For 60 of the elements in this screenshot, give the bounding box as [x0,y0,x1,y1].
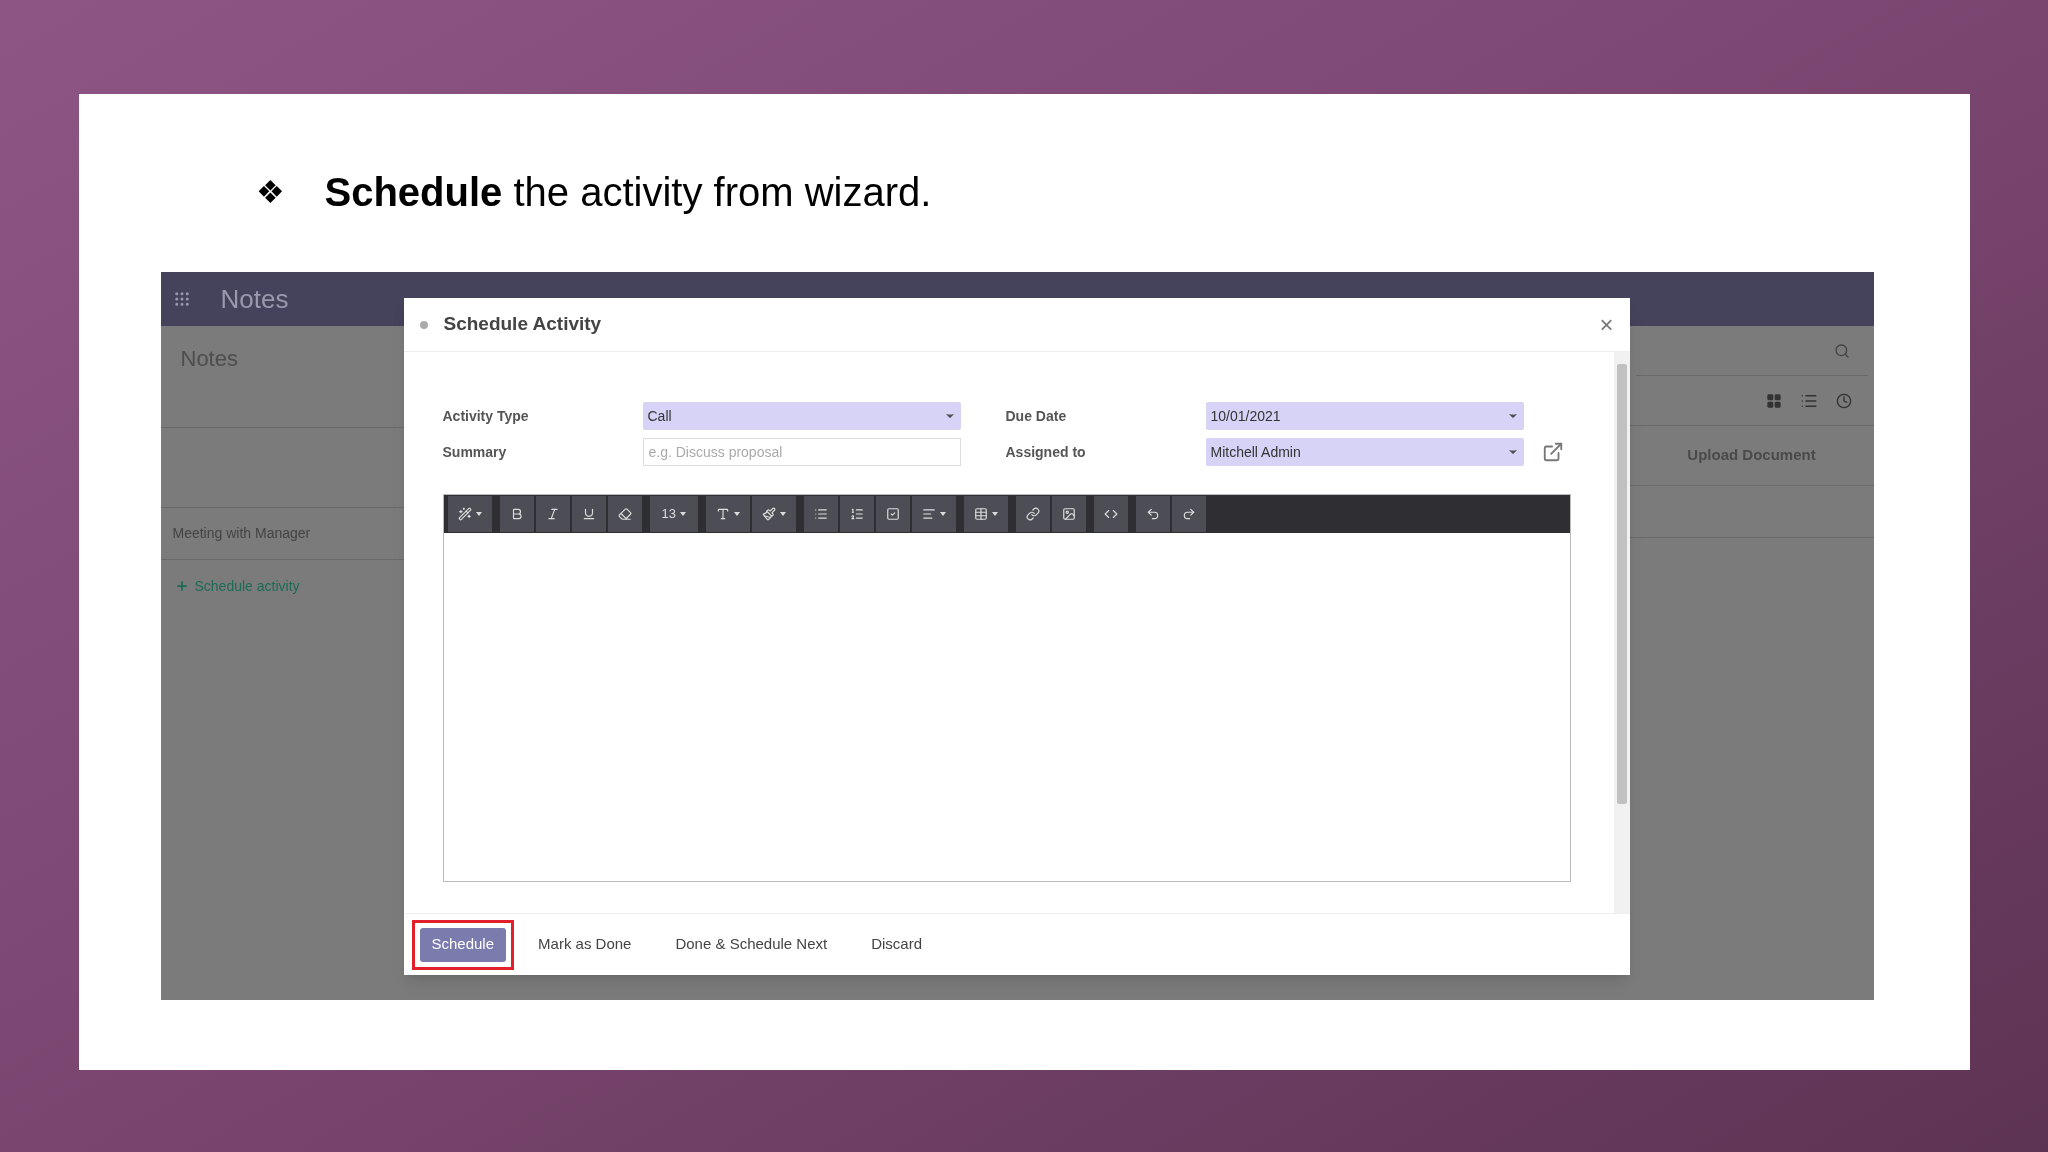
external-link-icon[interactable] [1541,441,1564,463]
font-size-dropdown[interactable]: 13 [649,496,698,532]
toolbar-button[interactable] [535,496,570,532]
code-icon [1103,507,1118,521]
align-icon [921,507,936,521]
bullet-icon: ❖ [255,176,285,208]
dialog-title: Schedule Activity [443,312,603,337]
plus-icon [174,579,189,593]
toolbar-button[interactable] [751,496,796,532]
select-field[interactable]: 10/01/2021 [1205,402,1524,430]
font-color-icon [715,507,730,521]
field-label: Activity Type [442,406,530,426]
select-field[interactable]: Call [642,402,961,430]
toolbar-button[interactable] [803,496,838,532]
eraser-icon [617,507,632,521]
paintbrush-icon [761,507,776,521]
toolbar-button[interactable] [1135,496,1170,532]
kanban-view-icon[interactable] [1765,392,1782,409]
caret-icon [991,512,998,516]
toolbar-button[interactable] [1015,496,1050,532]
magic-wand-icon [457,507,472,521]
app-name: Notes [220,282,289,316]
dialog-button[interactable]: Schedule [419,927,507,962]
toolbar-button[interactable] [1171,496,1206,532]
toolbar-button[interactable] [839,496,874,532]
field-label: Due Date [1005,406,1068,426]
bullet-list-icon [813,507,828,521]
toolbar-button[interactable] [963,496,1008,532]
redo-icon [1181,507,1196,521]
toolbar-button[interactable] [499,496,534,532]
editor[interactable]: 13 [442,494,1571,882]
caret-icon [939,512,946,516]
apps-menu-icon[interactable] [172,290,191,308]
numbered-list-icon [849,507,864,521]
toolbar-button[interactable] [911,496,956,532]
field-label: Assigned to [1005,442,1087,462]
toolbar-button[interactable] [875,496,910,532]
field-label: Summary [442,442,508,462]
italic-icon [545,507,560,521]
toolbar-button[interactable] [1093,496,1128,532]
toolbar-button[interactable] [571,496,606,532]
activity-view-icon[interactable] [1835,392,1852,409]
toolbar-button[interactable] [705,496,750,532]
link-icon [1025,507,1040,521]
select-field[interactable]: Mitchell Admin [1205,438,1524,466]
toolbar-button[interactable] [607,496,642,532]
slide-heading: Schedule the activity from wizard. [324,169,932,216]
caret-icon [779,512,786,516]
toolbar-button[interactable] [1051,496,1086,532]
checklist-icon [885,507,900,521]
toolbar-button[interactable] [447,496,492,532]
input-field[interactable]: e.g. Discuss proposal [642,438,961,466]
undo-icon [1145,507,1160,521]
caret-icon [679,512,686,516]
close-button[interactable]: × [1599,312,1614,337]
image-icon [1061,507,1076,521]
table-icon [973,507,988,521]
caret-icon [475,512,482,516]
underline-icon [581,507,596,521]
caret-icon [733,512,740,516]
